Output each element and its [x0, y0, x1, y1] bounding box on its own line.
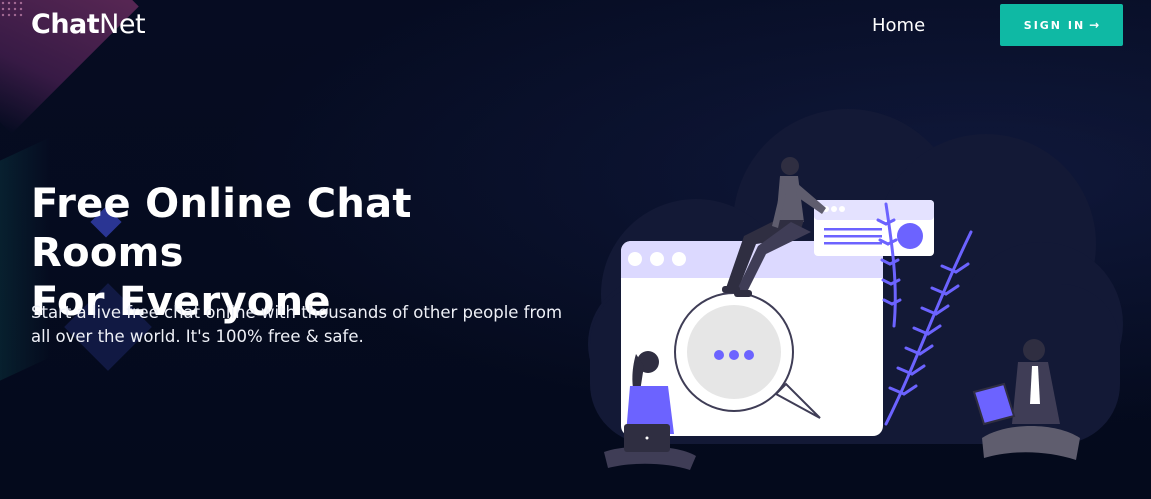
- sign-in-label: SIGN IN: [1023, 18, 1086, 32]
- logo-bold-text: Chat: [31, 9, 100, 40]
- logo-light-text: Net: [99, 9, 146, 40]
- profile-card-illustration: [814, 200, 934, 256]
- hero-subtitle: Start a live free chat online with thous…: [31, 303, 563, 346]
- chat-illustration: [588, 109, 1123, 470]
- hero-title-line1: Free Online Chat Rooms: [31, 181, 412, 276]
- chatnet-logo[interactable]: ChatNet: [31, 8, 146, 42]
- decorative-dots: [0, 0, 24, 18]
- nav-home-link[interactable]: Home: [872, 14, 925, 38]
- arrow-right-icon: →: [1089, 18, 1100, 32]
- sign-in-button[interactable]: SIGN IN →: [1000, 4, 1123, 46]
